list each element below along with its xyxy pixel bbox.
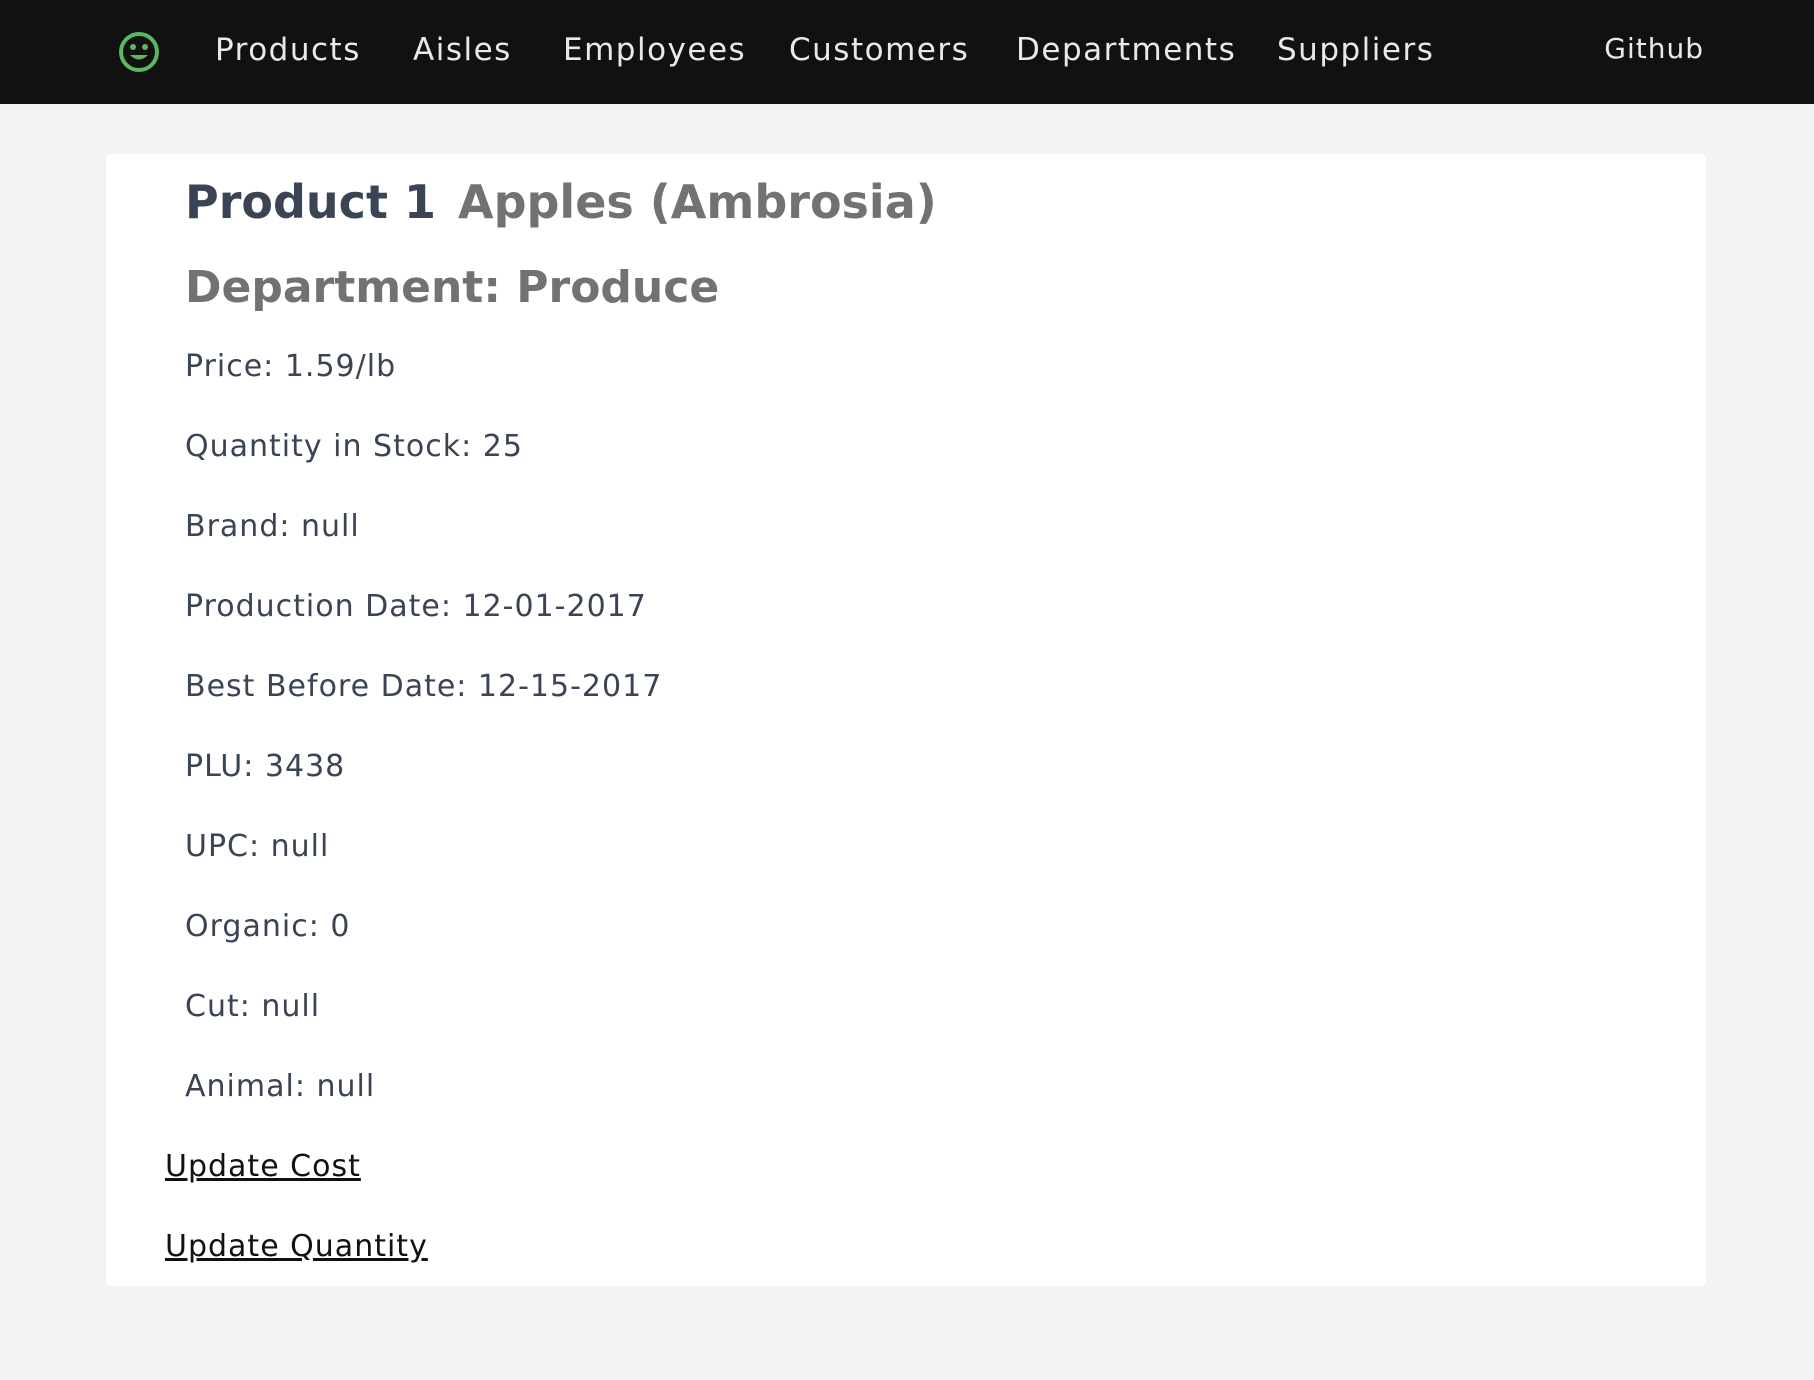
quantity-field: Quantity in Stock: 25	[185, 429, 523, 464]
animal-field: Animal: null	[185, 1069, 376, 1104]
nav-item-departments[interactable]: Departments	[1016, 0, 1236, 100]
update-quantity-link[interactable]: Update Quantity	[165, 1227, 428, 1267]
nav-item-suppliers[interactable]: Suppliers	[1277, 0, 1434, 100]
price-field: Price: 1.59/lb	[185, 349, 397, 384]
brand-field: Brand: null	[185, 509, 360, 544]
nav-item-products[interactable]: Products	[215, 0, 361, 100]
cut-field: Cut: null	[185, 989, 321, 1024]
github-link[interactable]: Github	[1604, 0, 1704, 98]
upc-field: UPC: null	[185, 829, 330, 864]
best-before-date-field: Best Before Date: 12-15-2017	[185, 669, 663, 704]
product-title: Product 1	[185, 175, 436, 229]
product-detail-card: Product 1 Apples (Ambrosia) Department: P…	[106, 154, 1706, 1286]
top-navbar: Products Aisles Employees Customers Depa…	[0, 0, 1814, 104]
update-cost-link[interactable]: Update Cost	[165, 1147, 361, 1187]
department-heading: Department: Produce	[185, 262, 720, 313]
product-name: Apples (Ambrosia)	[457, 175, 937, 229]
organic-field: Organic: 0	[185, 909, 351, 944]
plu-field: PLU: 3438	[185, 749, 346, 784]
nav-item-customers[interactable]: Customers	[789, 0, 969, 100]
smiley-face-icon[interactable]	[118, 31, 160, 73]
nav-item-employees[interactable]: Employees	[563, 0, 746, 100]
page-title: Product 1 Apples (Ambrosia)	[185, 172, 937, 232]
production-date-field: Production Date: 12-01-2017	[185, 589, 647, 624]
nav-item-aisles[interactable]: Aisles	[413, 0, 512, 100]
